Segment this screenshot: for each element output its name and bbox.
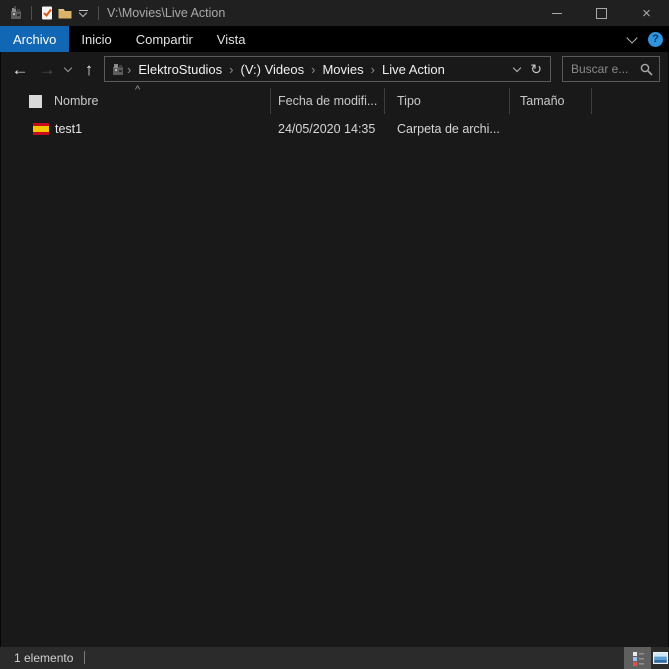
chevron-down-icon bbox=[63, 63, 73, 72]
column-divider[interactable] bbox=[384, 88, 385, 114]
title-bar: V:\Movies\Live Action × bbox=[0, 0, 669, 26]
breadcrumb-movies[interactable]: Movies bbox=[315, 62, 370, 77]
column-divider[interactable] bbox=[509, 88, 510, 114]
window-title: V:\Movies\Live Action bbox=[107, 6, 226, 20]
maximize-icon bbox=[596, 7, 607, 19]
qat-new-folder-button[interactable] bbox=[56, 4, 74, 22]
up-button[interactable]: ↑ bbox=[78, 52, 100, 86]
tab-archivo[interactable]: Archivo bbox=[0, 26, 70, 52]
qat-customize-dropdown[interactable] bbox=[74, 4, 92, 22]
tab-inicio[interactable]: Inicio bbox=[69, 26, 123, 52]
explorer-window: V:\Movies\Live Action × Archivo Inicio C… bbox=[0, 0, 669, 669]
sort-ascending-icon[interactable]: ^ bbox=[135, 84, 140, 96]
help-button[interactable]: ? bbox=[648, 31, 663, 47]
window-controls: × bbox=[534, 0, 669, 26]
thumbnail-view-button[interactable] bbox=[651, 647, 669, 669]
minimize-icon bbox=[551, 12, 562, 14]
close-button[interactable]: × bbox=[624, 0, 669, 26]
navigation-bar: ← → ↑ › ElektroStudios › (V:) Videos › M… bbox=[0, 52, 669, 86]
up-arrow-icon: ↑ bbox=[84, 59, 94, 79]
file-modified-date: 24/05/2020 14:35 bbox=[278, 122, 376, 136]
column-header-tipo[interactable]: Tipo bbox=[397, 94, 421, 108]
column-header-tamano[interactable]: Tamaño bbox=[520, 94, 564, 108]
ribbon-tab-strip: Archivo Inicio Compartir Vista ? bbox=[0, 26, 669, 52]
recent-locations-button[interactable] bbox=[60, 52, 76, 86]
forward-button[interactable]: → bbox=[36, 52, 58, 86]
back-button[interactable]: ← bbox=[8, 52, 32, 86]
close-icon: × bbox=[642, 4, 651, 22]
details-view-icon bbox=[632, 651, 644, 666]
titlebar-divider bbox=[98, 6, 99, 20]
tab-compartir[interactable]: Compartir bbox=[124, 26, 205, 52]
forward-arrow-icon: → bbox=[38, 59, 56, 79]
details-view-button[interactable] bbox=[624, 647, 651, 669]
back-arrow-icon: ← bbox=[11, 59, 29, 79]
search-input[interactable] bbox=[563, 62, 638, 76]
chevron-down-icon bbox=[513, 63, 522, 72]
chevron-down-bar-icon bbox=[76, 8, 90, 18]
breadcrumb-live-action[interactable]: Live Action bbox=[375, 62, 452, 77]
file-name[interactable]: test1 bbox=[55, 122, 82, 136]
breadcrumb-v-videos[interactable]: (V:) Videos bbox=[234, 62, 312, 77]
address-dropdown-button[interactable] bbox=[513, 63, 522, 72]
address-bar[interactable]: › ElektroStudios › (V:) Videos › Movies … bbox=[104, 56, 551, 82]
thumbnail-view-icon bbox=[652, 651, 668, 664]
table-row[interactable]: test1 24/05/2020 14:35 Carpeta de archi.… bbox=[0, 116, 669, 142]
column-divider[interactable] bbox=[591, 88, 592, 114]
titlebar-divider bbox=[31, 6, 32, 20]
status-bar: 1 elemento bbox=[0, 647, 669, 669]
app-icon[interactable] bbox=[7, 4, 25, 22]
file-type: Carpeta de archi... bbox=[397, 122, 500, 136]
item-count: 1 elemento bbox=[14, 651, 74, 665]
qat-properties-button[interactable] bbox=[38, 4, 56, 22]
expand-ribbon-button[interactable] bbox=[626, 31, 638, 44]
column-header-fecha[interactable]: Fecha de modifi... bbox=[278, 94, 377, 108]
column-header-nombre[interactable]: Nombre bbox=[54, 94, 98, 108]
spain-flag-folder-icon bbox=[33, 123, 49, 135]
column-divider[interactable] bbox=[270, 88, 271, 114]
column-header-row: Nombre ^ Fecha de modifi... Tipo Tamaño bbox=[0, 84, 669, 114]
chevron-down-icon bbox=[626, 31, 638, 44]
search-icon[interactable] bbox=[640, 63, 653, 76]
refresh-button[interactable]: ↻ bbox=[530, 62, 542, 76]
search-box bbox=[562, 56, 660, 82]
breadcrumb-elektrostudios[interactable]: ElektroStudios bbox=[131, 62, 229, 77]
statusbar-divider bbox=[84, 651, 85, 664]
maximize-button[interactable] bbox=[579, 0, 624, 26]
location-icon bbox=[109, 60, 127, 78]
tab-vista[interactable]: Vista bbox=[205, 26, 258, 52]
select-all-checkbox[interactable] bbox=[29, 95, 42, 108]
minimize-button[interactable] bbox=[534, 0, 579, 26]
